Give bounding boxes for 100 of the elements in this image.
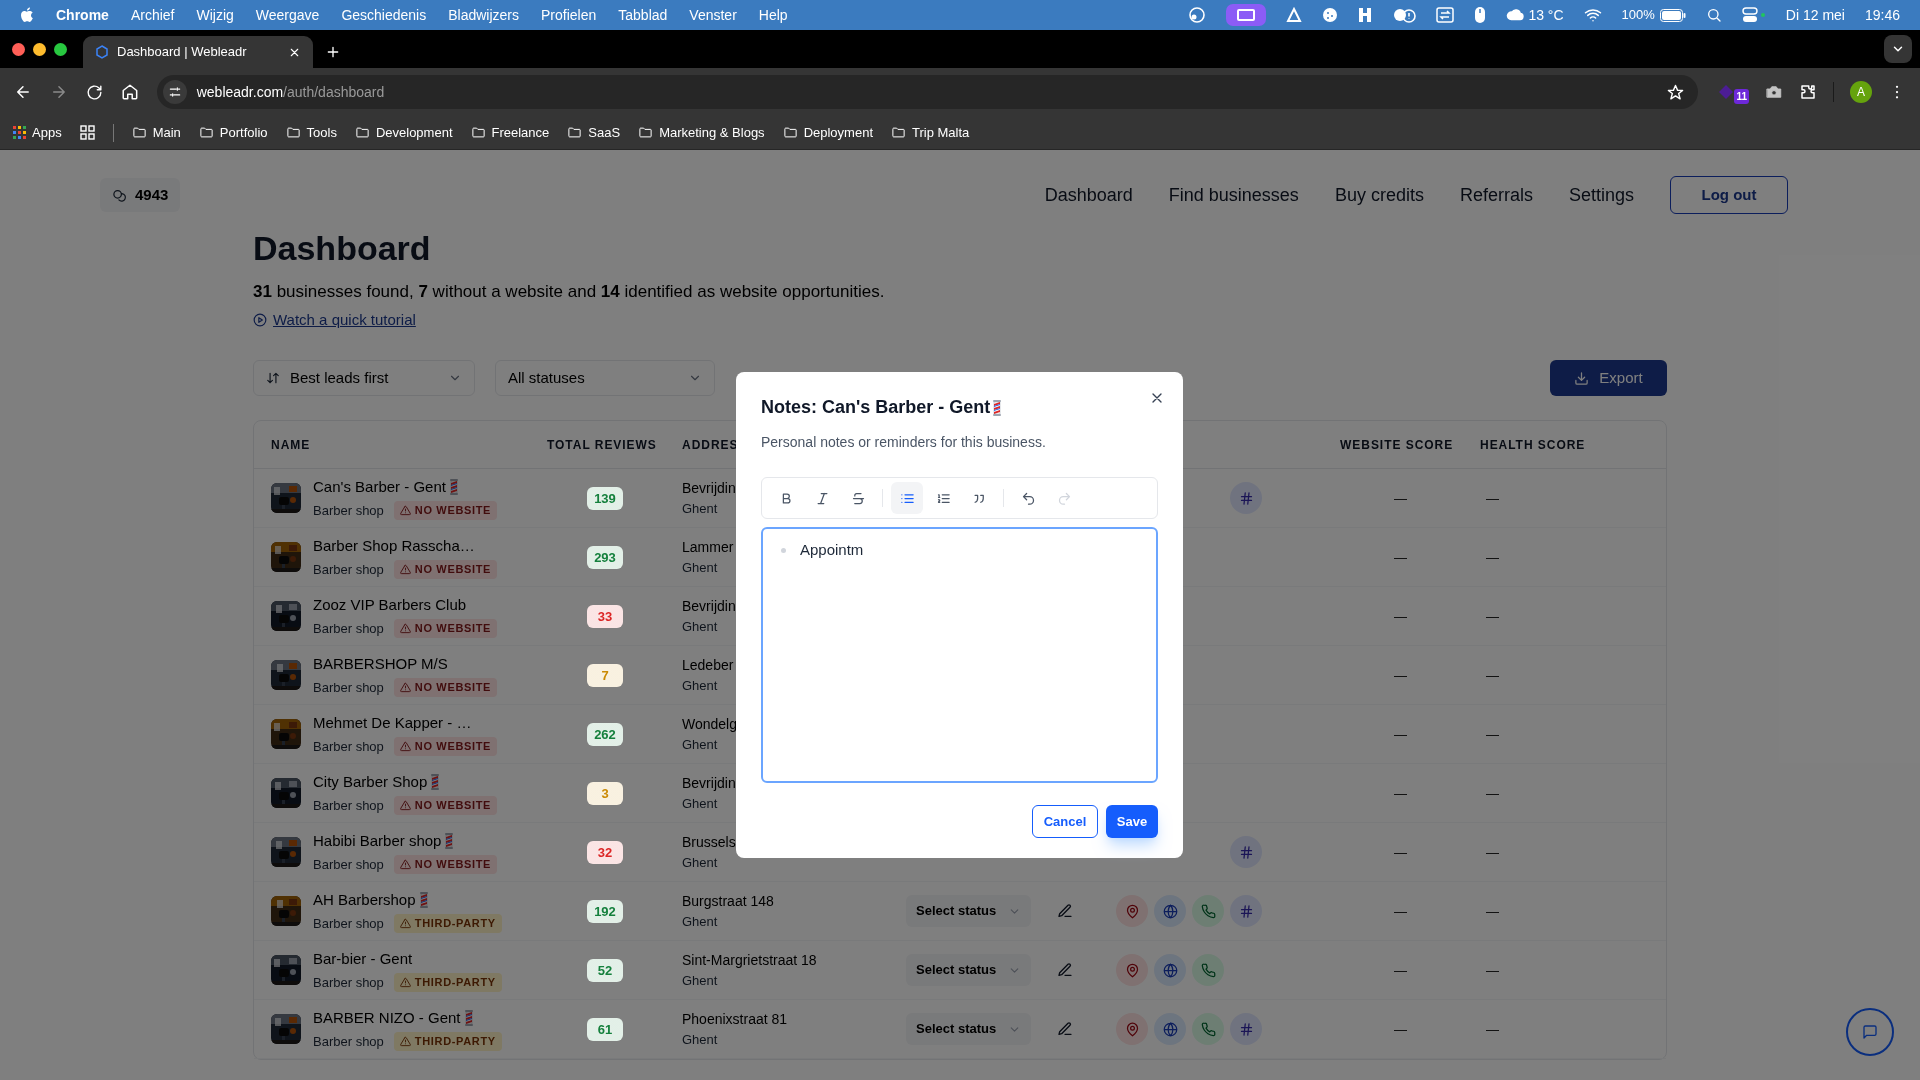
coins-icon [112,187,127,203]
browser-tab[interactable]: Dashboard | Webleadr [83,36,313,68]
edit-notes-icon[interactable] [1057,903,1073,919]
reload-icon[interactable] [85,83,103,101]
website-status-tag: THIRD-PARTY [393,973,502,992]
edit-notes-icon[interactable] [1057,1021,1073,1037]
site-settings-icon[interactable] [167,85,182,99]
save-button[interactable]: Save [1106,805,1158,838]
log-out-button[interactable]: Log out [1670,176,1788,214]
city-name: Ghent [682,971,718,990]
screen-share-icon[interactable] [1226,4,1267,26]
city-name: Ghent [682,558,718,577]
hashtag-button[interactable] [1230,895,1262,927]
map-pin-button[interactable] [1116,954,1148,986]
mouse-icon[interactable] [1474,6,1487,24]
hashtag-button[interactable] [1230,836,1262,868]
chat-button[interactable] [1846,1008,1894,1056]
phone-button[interactable] [1192,895,1224,927]
hashtag-button[interactable] [1230,482,1262,514]
city-name: Ghent [682,794,718,813]
nav-link[interactable]: Referrals [1459,181,1533,209]
menu-bar-item[interactable]: Wijzig [196,4,234,26]
battery-percentage[interactable]: 100% [1621,5,1655,25]
triangle-icon[interactable] [1286,7,1303,23]
bookmark-folder[interactable]: Tools [285,122,337,143]
status-filter-dropdown[interactable]: All statuses [495,360,715,396]
bookmark-folder[interactable]: Deployment [782,122,873,143]
map-pin-button[interactable] [1116,895,1148,927]
tutorial-link[interactable]: Watch a quick tutorial [273,308,416,332]
tab-list-button[interactable] [1884,35,1912,63]
cookie-icon[interactable] [1322,7,1339,23]
bookmark-folder[interactable]: Trip Malta [891,122,970,143]
status-select[interactable]: Select status [906,954,1031,986]
nav-link[interactable]: Settings [1568,181,1634,209]
extensions-icon[interactable] [1799,83,1817,101]
bookmark-folder[interactable]: SaaS [567,122,621,143]
camera-icon[interactable] [1765,83,1783,101]
phone-button[interactable] [1192,954,1224,986]
control-center-icon[interactable] [1741,7,1766,23]
menu-bar-item[interactable]: Help [758,4,788,26]
phone-button[interactable] [1192,1013,1224,1045]
search-icon[interactable] [1705,7,1722,23]
bookmark-folder[interactable]: Portfolio [198,122,268,143]
warning-icon [399,799,411,811]
nav-link[interactable]: Find businesses [1168,181,1299,209]
map-pin-icon [1124,1021,1140,1037]
cancel-button[interactable]: Cancel [1032,805,1098,838]
bookmark-folder[interactable]: Freelance [470,122,550,143]
home-icon[interactable] [120,83,139,101]
menu-bar-item[interactable]: Profielen [541,4,597,26]
menu-bar-item[interactable]: Archief [130,4,175,26]
folder-icon [198,125,214,140]
grid-icon[interactable] [79,125,95,140]
folder-icon [567,125,583,140]
profile-avatar[interactable]: A [1850,81,1872,103]
globe-button[interactable] [1154,895,1186,927]
apps-bookmark[interactable]: Apps [32,122,62,143]
globe-button[interactable] [1154,954,1186,986]
back-icon[interactable] [14,83,32,101]
health-score: — [1486,609,1499,624]
bookmark-star-icon[interactable] [1667,83,1685,101]
edit-notes-icon[interactable] [1057,962,1073,978]
battery-icon[interactable] [1659,8,1686,22]
bars-icon[interactable] [1358,7,1373,23]
status-select[interactable]: Select status [906,895,1031,927]
map-pin-button[interactable] [1116,1013,1148,1045]
website-score: — [1394,491,1407,506]
new-tab-icon[interactable] [325,44,341,60]
weather-reading[interactable]: 13 °C [1528,4,1564,26]
status-select[interactable]: Select status [906,1013,1031,1045]
circle-icon[interactable] [1188,6,1207,24]
menu-bar-app-name[interactable]: Chrome [56,4,109,26]
bookmark-folder[interactable]: Development [354,122,453,143]
sort-dropdown[interactable]: Best leads first [253,360,475,396]
column-header: HEALTH SCORE [1480,437,1586,452]
globe-icon [1162,903,1178,919]
nav-link[interactable]: Buy credits [1334,181,1424,209]
bookmark-folder[interactable]: Marketing & Blogs [638,122,765,143]
notes-editor[interactable]: Appointm [761,527,1158,783]
apps-icon[interactable] [13,126,26,139]
menu-bar-time[interactable]: 19:46 [1864,4,1900,26]
address-bar[interactable]: webleadr.com/auth/dashboard [156,75,1699,109]
globe-button[interactable] [1154,1013,1186,1045]
transfer-icon[interactable] [1436,6,1455,24]
menu-bar-item[interactable]: Venster [689,4,737,26]
business-name: Barber Shop Rasscha… [313,536,475,556]
menu-bar-date[interactable]: Di 12 mei [1785,4,1845,26]
menu-bar-item[interactable]: Weergave [255,4,320,26]
menu-bar-item[interactable]: Bladwijzers [448,4,520,26]
alert-circle-icon[interactable] [1392,6,1417,24]
wifi-icon[interactable] [1583,6,1602,24]
menu-bar-item[interactable]: Tabblad [618,4,668,26]
bookmark-folder[interactable]: Main [131,122,181,143]
menu-bar-item[interactable]: Geschiedenis [341,4,427,26]
export-button[interactable]: Export [1550,360,1667,396]
summary-text: 31 businesses found, 7 without a website and 14 identified as website opportunities. [253,281,886,303]
bullet-list-button[interactable] [891,482,923,514]
apple-logo-icon[interactable] [20,7,34,23]
hashtag-button[interactable] [1230,1013,1262,1045]
nav-link[interactable]: Dashboard [1044,181,1133,209]
